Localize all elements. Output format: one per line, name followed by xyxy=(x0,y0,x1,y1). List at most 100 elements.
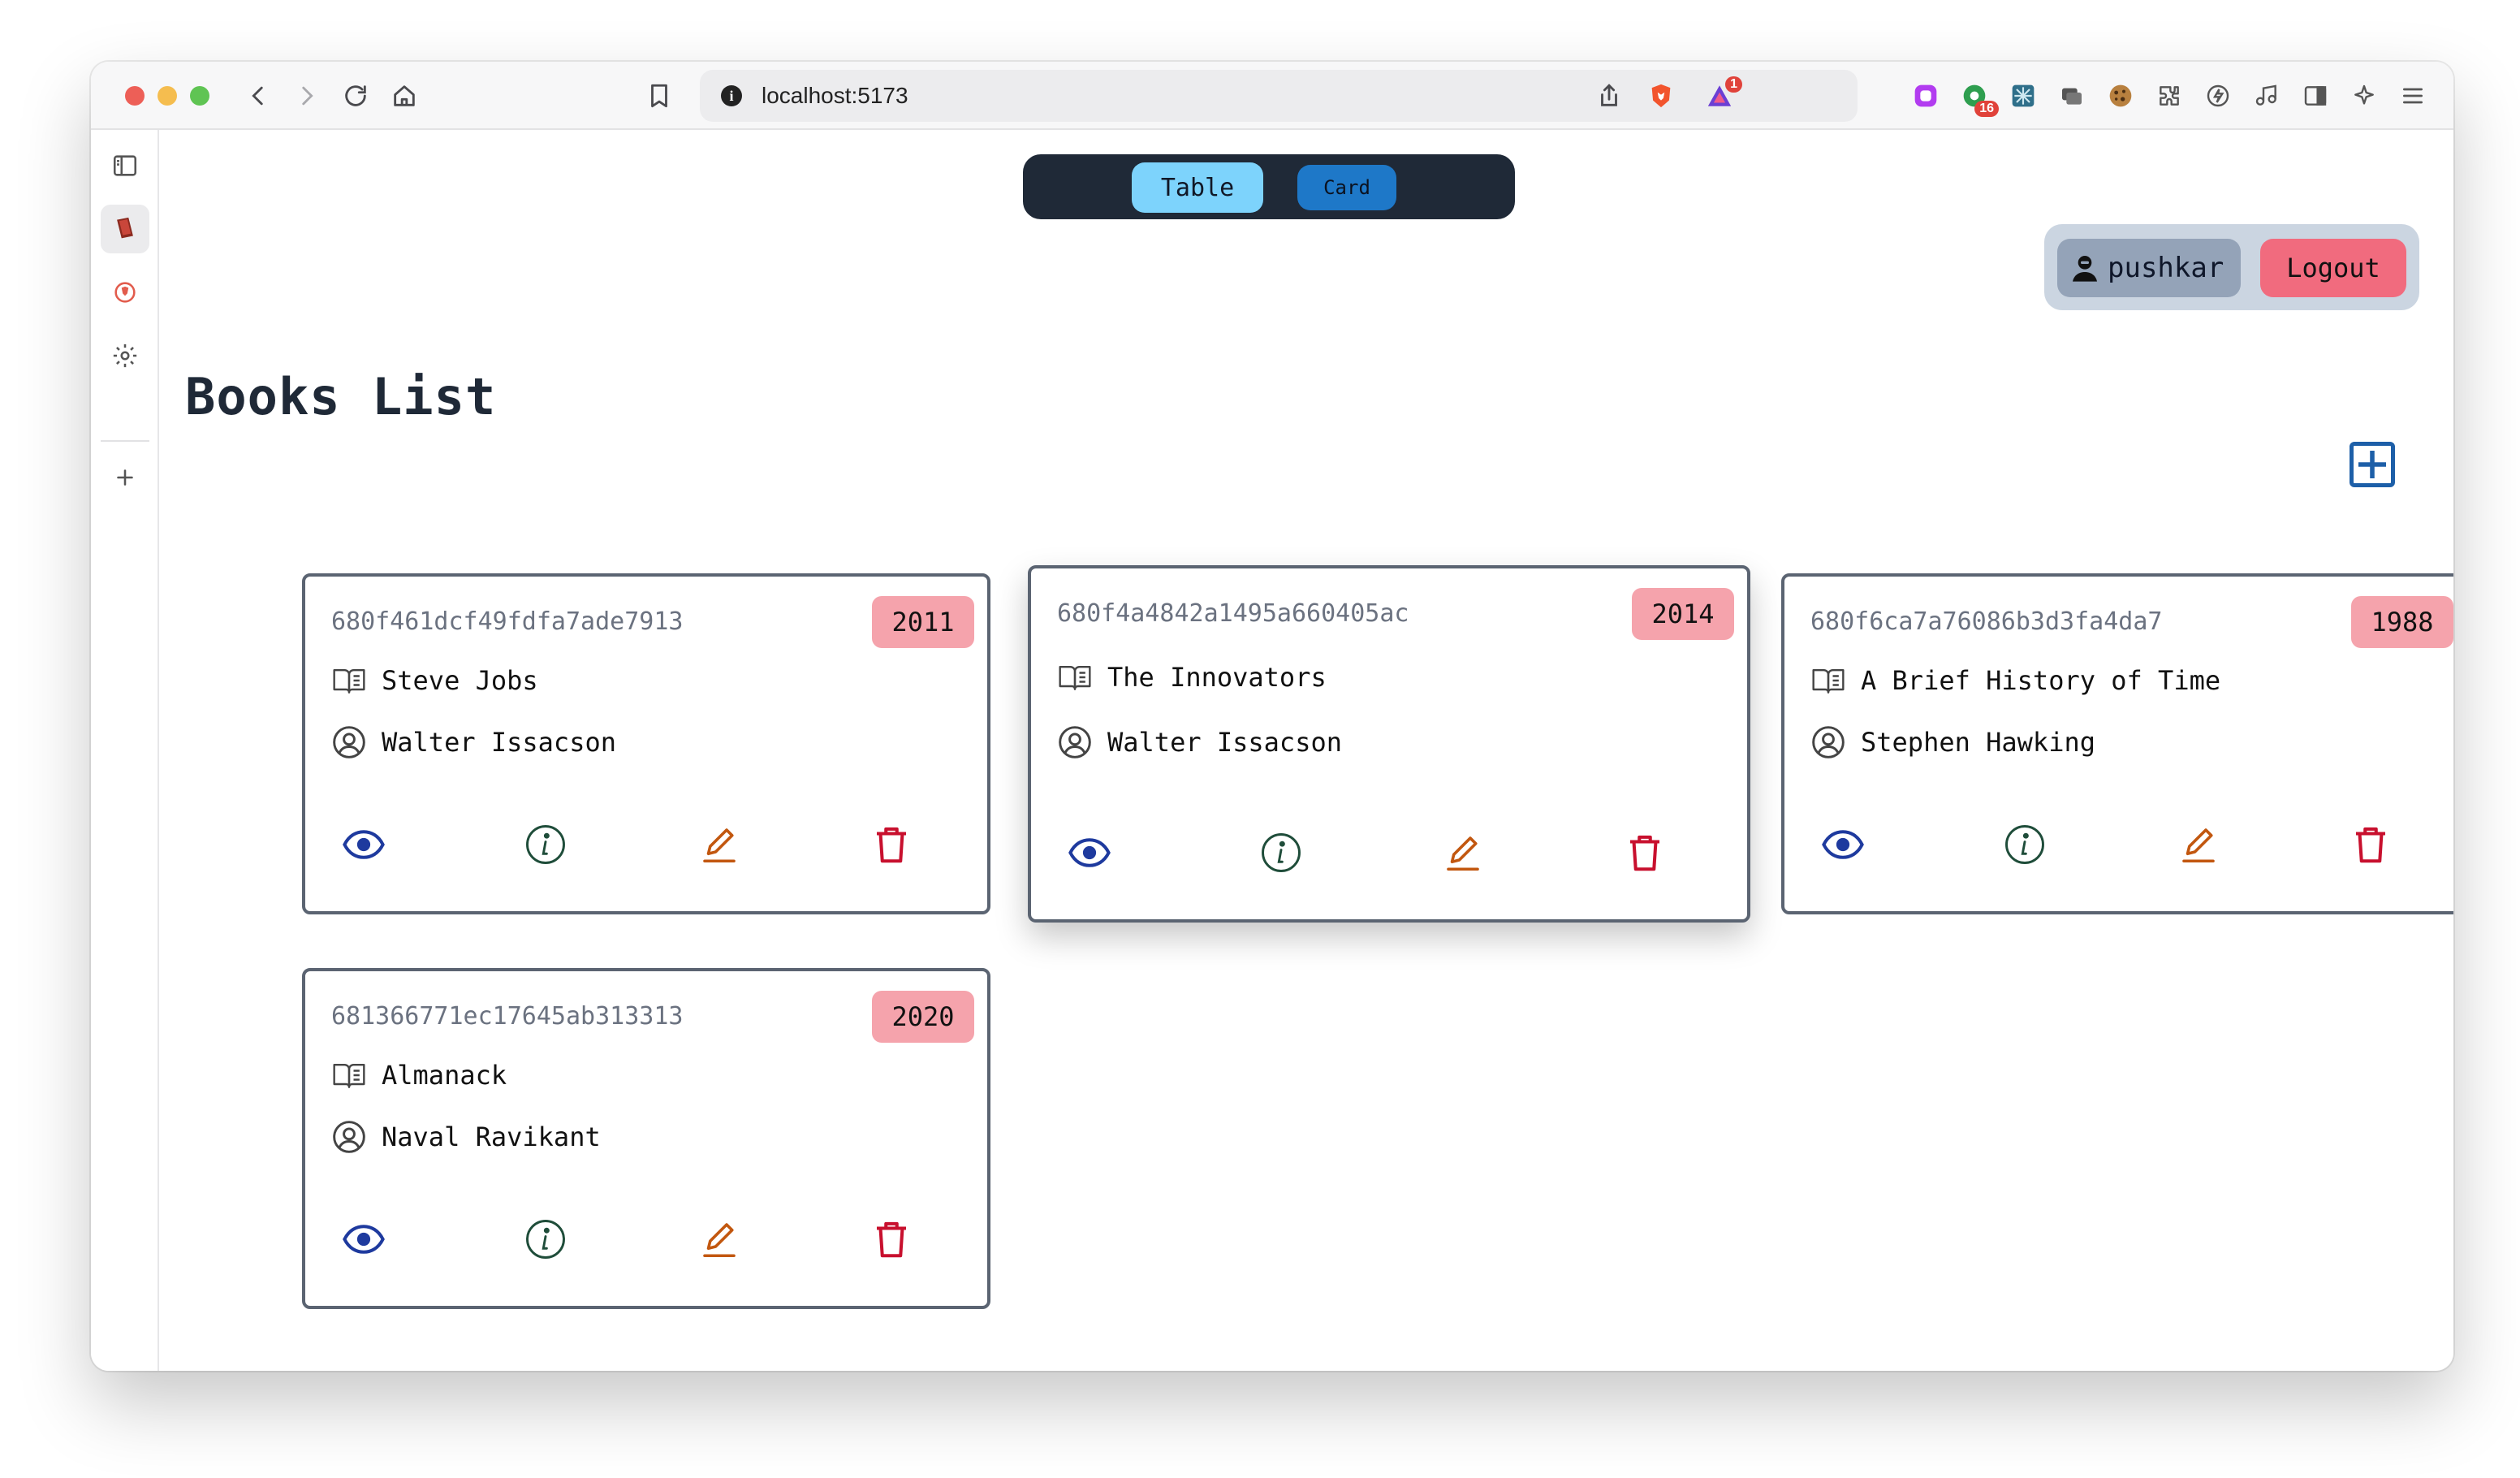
eye-icon xyxy=(1822,830,1864,859)
edit-book-button[interactable] xyxy=(1439,828,1487,877)
maximize-window-button[interactable] xyxy=(190,86,209,106)
book-title-row: Steve Jobs xyxy=(331,663,538,698)
user-circle-icon xyxy=(333,1121,365,1153)
info-icon xyxy=(2005,825,2044,864)
pencil-icon xyxy=(2182,828,2215,863)
user-profile-button[interactable]: pushkar xyxy=(2057,239,2241,297)
logout-button[interactable]: Logout xyxy=(2260,239,2406,297)
book-info-button[interactable] xyxy=(521,1215,570,1264)
browser-toolbar: i localhost:5173 1 16 xyxy=(91,62,2453,130)
view-book-button[interactable] xyxy=(1065,828,1114,877)
browser-sidebar xyxy=(91,130,159,1371)
sidebar-divider xyxy=(101,440,149,442)
trash-icon xyxy=(877,1221,906,1258)
extensions-puzzle-icon[interactable] xyxy=(2153,80,2186,112)
view-book-button[interactable] xyxy=(339,820,388,869)
trash-icon xyxy=(1630,835,1659,871)
book-title: The Innovators xyxy=(1107,662,1327,693)
book-card: 680f461dcf49fdfa7ade7913 2011 Steve Jobs… xyxy=(302,573,990,914)
book-id: 681366771ec17645ab313313 xyxy=(331,1002,684,1031)
rewards-badge: 1 xyxy=(1725,76,1742,93)
bookmarks-book-icon[interactable] xyxy=(101,205,149,253)
book-title-row: Almanack xyxy=(331,1057,507,1093)
edit-book-button[interactable] xyxy=(2174,820,2223,869)
book-info-button[interactable] xyxy=(1257,828,1305,877)
card-actions xyxy=(305,820,987,869)
back-icon[interactable] xyxy=(242,80,274,112)
address-bar[interactable]: i localhost:5173 1 xyxy=(700,70,1858,122)
view-book-button[interactable] xyxy=(339,1215,388,1264)
brave-rewards-icon[interactable]: 1 xyxy=(1703,76,1742,112)
info-icon xyxy=(526,1220,565,1259)
extension-network-icon[interactable] xyxy=(2007,80,2039,112)
reload-icon[interactable] xyxy=(339,80,372,112)
share-icon[interactable] xyxy=(1593,80,1625,112)
brave-shield-icon[interactable] xyxy=(1645,80,1677,112)
edit-book-button[interactable] xyxy=(695,1215,744,1264)
brave-talk-icon[interactable] xyxy=(101,268,149,317)
trash-icon xyxy=(877,827,906,863)
book-author: Stephen Hawking xyxy=(1861,727,2095,758)
view-book-button[interactable] xyxy=(1819,820,1867,869)
extension-windows-icon[interactable] xyxy=(2056,80,2088,112)
close-window-button[interactable] xyxy=(125,86,145,106)
delete-book-button[interactable] xyxy=(867,1215,916,1264)
extension-cookie-icon[interactable] xyxy=(2104,80,2137,112)
media-icon[interactable] xyxy=(2250,80,2283,112)
book-card: 681366771ec17645ab313313 2020 Almanack N… xyxy=(302,968,990,1309)
book-title: Almanack xyxy=(382,1060,507,1091)
eye-icon xyxy=(1068,838,1111,867)
eye-icon xyxy=(343,1225,385,1254)
bookmark-icon[interactable] xyxy=(643,80,675,112)
pencil-icon xyxy=(1447,836,1479,871)
book-id: 680f4a4842a1495a660405ac xyxy=(1057,599,1409,628)
book-author: Walter Issacson xyxy=(1107,727,1342,758)
user-avatar-icon xyxy=(2073,256,2097,282)
add-book-button[interactable] xyxy=(2350,442,2395,487)
forward-icon[interactable] xyxy=(291,80,323,112)
page-content: Table Card pushkar Logout Books List 680… xyxy=(159,130,2453,1371)
book-author-row: Stephen Hawking xyxy=(1810,724,2095,760)
delete-book-button[interactable] xyxy=(1620,828,1669,877)
book-author-row: Naval Ravikant xyxy=(331,1119,601,1155)
card-view-button[interactable]: Card xyxy=(1297,165,1396,210)
speed-icon[interactable] xyxy=(2202,80,2234,112)
edit-book-button[interactable] xyxy=(695,820,744,869)
book-author: Walter Issacson xyxy=(382,727,616,758)
url-text[interactable]: localhost:5173 xyxy=(762,70,908,122)
sidebar-toggle-icon[interactable] xyxy=(2299,80,2332,112)
view-toggle: Table Card xyxy=(1023,154,1515,219)
book-title-row: A Brief History of Time xyxy=(1810,663,2220,698)
browser-window: i localhost:5173 1 16 Table Card pushkar… xyxy=(91,62,2453,1371)
home-icon[interactable] xyxy=(388,80,421,112)
book-info-button[interactable] xyxy=(2000,820,2049,869)
extension-green-icon[interactable]: 16 xyxy=(1958,80,1999,117)
card-actions xyxy=(1031,828,1747,877)
book-info-button[interactable] xyxy=(521,820,570,869)
user-circle-icon xyxy=(1059,726,1091,758)
leo-ai-icon[interactable] xyxy=(2348,80,2380,112)
pencil-icon xyxy=(703,828,736,863)
book-author-row: Walter Issacson xyxy=(331,724,616,760)
settings-gear-icon[interactable] xyxy=(101,331,149,380)
publish-year-badge: 2011 xyxy=(872,596,974,648)
sidebar-panel-icon[interactable] xyxy=(101,141,149,190)
extension-badge: 16 xyxy=(1974,101,1999,117)
trash-icon xyxy=(2356,827,2385,863)
delete-book-button[interactable] xyxy=(867,820,916,869)
info-icon xyxy=(526,825,565,864)
user-panel: pushkar Logout xyxy=(2044,224,2419,310)
username: pushkar xyxy=(2108,252,2224,284)
add-sidebar-item-icon[interactable] xyxy=(101,453,149,502)
book-title: A Brief History of Time xyxy=(1861,665,2221,696)
card-actions xyxy=(305,1215,987,1264)
extension-purple-icon[interactable] xyxy=(1909,80,1942,112)
menu-icon[interactable] xyxy=(2397,80,2429,112)
open-book-icon xyxy=(333,1063,365,1088)
table-view-button[interactable]: Table xyxy=(1132,162,1263,213)
delete-book-button[interactable] xyxy=(2346,820,2395,869)
user-circle-icon xyxy=(333,726,365,758)
book-author-row: Walter Issacson xyxy=(1057,724,1342,760)
minimize-window-button[interactable] xyxy=(158,86,177,106)
site-info-icon[interactable]: i xyxy=(721,85,742,106)
